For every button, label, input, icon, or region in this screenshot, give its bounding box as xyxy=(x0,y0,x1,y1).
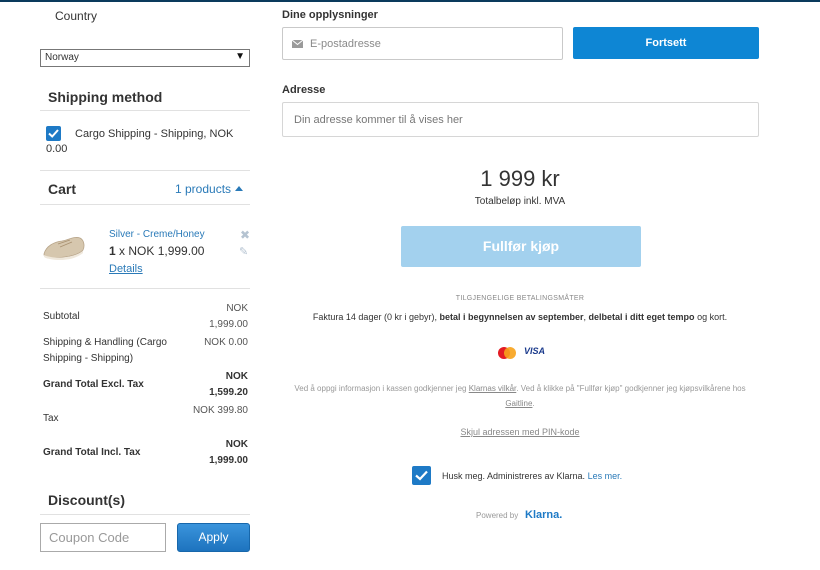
payment-methods-heading: TILGJENGELIGE BETALINGSMÅTER xyxy=(455,295,585,302)
product-image[interactable] xyxy=(42,230,86,264)
powered-by-label: Powered by xyxy=(476,511,519,520)
chevron-up-icon xyxy=(235,186,244,191)
cart-count: 1 products xyxy=(175,182,232,196)
mastercard-icon xyxy=(498,347,516,359)
klarna-logo: Klarna. xyxy=(525,509,563,521)
product-qty-price: 1 x NOK 1,999.00 xyxy=(109,244,204,258)
edit-item-icon[interactable]: ✎ xyxy=(239,245,248,258)
totals-value: NOK 1,999.00 xyxy=(209,303,248,330)
cart-toggle[interactable]: 1 products xyxy=(175,182,244,196)
email-field[interactable]: E-postadresse xyxy=(282,27,563,60)
klarna-terms-link[interactable]: Klarnas vilkår xyxy=(469,384,517,393)
totals-label: Subtotal xyxy=(43,311,80,322)
remove-item-icon[interactable]: ✖ xyxy=(240,228,250,242)
total-amount: 1 999 kr xyxy=(480,166,560,191)
merchant-terms-link[interactable]: Gaitline xyxy=(505,399,532,408)
cart-title: Cart xyxy=(48,181,77,197)
divider xyxy=(40,110,250,111)
chevron-down-icon: ▼ xyxy=(235,51,245,62)
read-more-link[interactable]: Les mer. xyxy=(588,471,623,481)
apply-coupon-button[interactable]: Apply xyxy=(177,523,250,552)
divider xyxy=(40,170,250,171)
visa-icon: VISA xyxy=(524,346,546,356)
totals-label: Tax xyxy=(43,413,59,424)
product-price: x NOK 1,999.00 xyxy=(119,244,205,258)
address-box: Din adresse kommer til å vises her xyxy=(282,102,759,137)
top-border xyxy=(0,0,820,2)
divider xyxy=(40,204,250,205)
totals-label: Grand Total Excl. Tax xyxy=(43,379,144,390)
continue-button[interactable]: Fortsett xyxy=(573,27,759,59)
discount-title: Discount(s) xyxy=(48,492,125,508)
payment-methods-description: Faktura 14 dager (0 kr i gebyr), betal i… xyxy=(312,312,728,322)
envelope-icon xyxy=(292,40,303,48)
terms-text: Ved å oppgi informasjon i kassen godkjen… xyxy=(294,384,746,408)
country-value: Norway xyxy=(45,52,79,63)
product-details-link[interactable]: Details xyxy=(109,263,143,275)
country-label: Country xyxy=(55,9,98,23)
shipping-method-title: Shipping method xyxy=(48,89,163,105)
divider xyxy=(40,288,250,289)
product-qty: 1 xyxy=(109,244,116,258)
total-amount-caption: Totalbeløp inkl. MVA xyxy=(474,196,566,207)
totals-label: Shipping & Handling (Cargo Shipping - Sh… xyxy=(43,337,167,364)
divider xyxy=(40,514,250,515)
remember-me-label: Husk meg. Administreres av Klarna. Les m… xyxy=(442,471,623,481)
totals-value: NOK 1,599.20 xyxy=(209,371,248,398)
address-placeholder: Din adresse kommer til å vises her xyxy=(294,114,463,126)
hide-address-link[interactable]: Skjul adressen med PIN-kode xyxy=(420,427,620,437)
totals-value: NOK 0.00 xyxy=(204,337,248,348)
checkmark-icon xyxy=(415,470,428,481)
totals-value: NOK 1,999.00 xyxy=(209,439,248,466)
totals-value: NOK 399.80 xyxy=(192,405,248,416)
coupon-code-input[interactable]: Coupon Code xyxy=(40,523,166,552)
country-select[interactable]: Norway ▼ xyxy=(40,49,250,67)
totals-label: Grand Total Incl. Tax xyxy=(43,447,141,458)
address-title: Adresse xyxy=(282,84,326,96)
email-placeholder: E-postadresse xyxy=(310,38,381,50)
info-title: Dine opplysninger xyxy=(282,9,378,21)
product-name[interactable]: Silver - Creme/Honey xyxy=(109,229,205,240)
shipping-option-label: Cargo Shipping - Shipping, NOK 0.00 xyxy=(46,128,234,155)
remember-me-checkbox[interactable] xyxy=(412,466,431,485)
complete-purchase-button[interactable]: Fullfør kjøp xyxy=(401,226,641,267)
